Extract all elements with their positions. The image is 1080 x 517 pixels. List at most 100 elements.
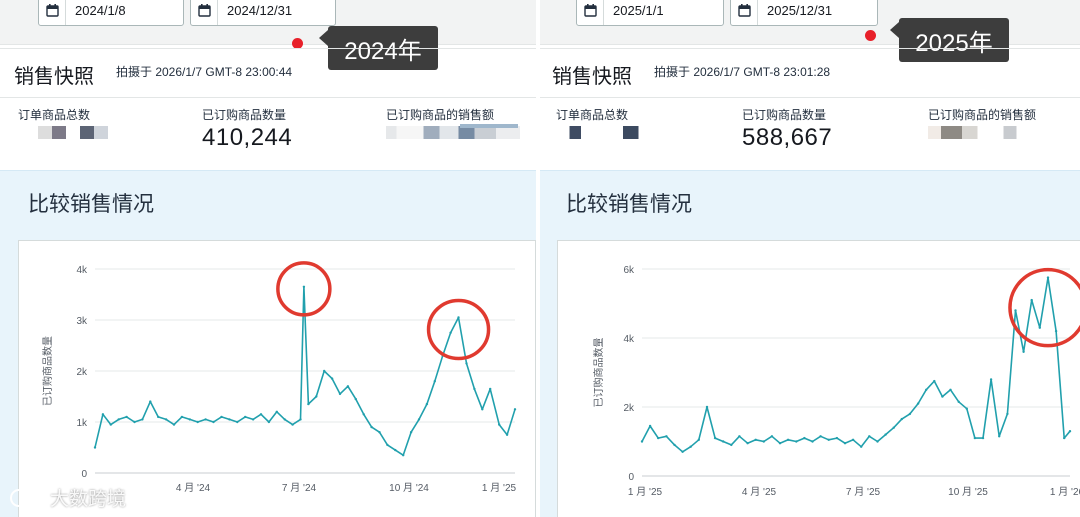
- data-point: [386, 443, 389, 447]
- series-line: [641, 276, 1071, 453]
- x-tick-label: 10 月 '25: [948, 486, 988, 498]
- data-point: [892, 426, 895, 429]
- data-point: [394, 448, 397, 452]
- data-point: [1054, 329, 1058, 333]
- y-tick-label: 2k: [623, 403, 635, 414]
- calendar-icon[interactable]: [731, 0, 758, 25]
- metric-label-ordered-sales: 已订购商品的销售额: [928, 108, 1037, 122]
- end-date-field[interactable]: 2025/12/31: [730, 0, 878, 26]
- start-date-field[interactable]: 2024/1/8: [38, 0, 184, 26]
- metric-label-order-items: 订单商品总数: [556, 108, 629, 122]
- data-point: [908, 412, 912, 416]
- sales-chart-card: 0 2k 4k 6k 1 月 '25 4 月 '25 7 月 '25 10 月 '25 1 月 …: [557, 240, 1080, 517]
- data-point: [402, 454, 405, 457]
- snapshot-title: 销售快照: [14, 66, 94, 88]
- metric-label-ordered-units: 已订购商品数量: [742, 108, 827, 122]
- end-date-value: 2024/12/31: [227, 2, 293, 18]
- highlight-circle: [1008, 267, 1080, 348]
- panel-2024: 2024/1/8 2024/12/31 2024年 销售快照 拍摄于 2026/…: [0, 0, 536, 517]
- x-tick-label: 4 月 '24: [176, 482, 211, 494]
- x-tick-label: 7 月 '24: [282, 482, 317, 494]
- data-point: [673, 443, 676, 447]
- year-badge: 2025年: [899, 18, 1009, 62]
- redacted-value: [460, 124, 518, 128]
- data-point: [1068, 430, 1072, 433]
- start-date-field[interactable]: 2025/1/1: [576, 0, 724, 26]
- data-point: [1038, 326, 1041, 329]
- data-point: [157, 415, 160, 419]
- data-point: [473, 387, 476, 391]
- data-point: [1022, 350, 1025, 353]
- compare-sales-title: 比较销售情况: [566, 193, 692, 216]
- data-point: [1006, 412, 1009, 416]
- x-tick-label: 1 月 '26: [1050, 486, 1080, 498]
- data-point: [835, 436, 839, 440]
- data-point: [657, 436, 660, 440]
- end-date-field[interactable]: 2024/12/31: [190, 0, 336, 26]
- data-point: [244, 415, 247, 419]
- divider: [0, 48, 536, 49]
- data-point: [228, 418, 231, 421]
- data-point: [681, 450, 684, 453]
- data-point: [998, 435, 1001, 438]
- x-tick-label: 7 月 '25: [846, 486, 881, 498]
- calendar-icon[interactable]: [191, 0, 218, 25]
- y-tick-label: 6k: [623, 265, 635, 276]
- x-tick-label: 10 月 '24: [389, 482, 429, 494]
- y-tick-label: 0: [628, 472, 634, 483]
- data-point: [149, 400, 152, 403]
- data-point: [180, 415, 184, 419]
- data-point: [941, 395, 944, 398]
- metric-label-ordered-sales: 已订购商品的销售额: [386, 108, 495, 122]
- data-point: [505, 433, 509, 436]
- data-point: [315, 395, 318, 398]
- units-ordered-chart-2024: 0 1k 2k 3k 4k 4 月 '24 7 月 '24 10 月 '24 1 月 '25 已订…: [41, 261, 517, 494]
- data-point: [778, 442, 782, 445]
- data-point: [722, 440, 725, 443]
- data-point: [362, 413, 365, 416]
- data-point: [93, 446, 97, 449]
- redacted-value: [928, 126, 1058, 139]
- data-point: [689, 445, 692, 448]
- x-tick-label: 4 月 '25: [742, 486, 777, 498]
- data-point: [323, 369, 326, 373]
- data-point: [705, 405, 709, 409]
- data-point: [868, 435, 871, 438]
- redacted-value: [556, 126, 652, 139]
- data-point: [172, 423, 176, 426]
- data-point: [489, 387, 492, 391]
- data-point: [811, 440, 814, 443]
- metric-label-order-items: 订单商品总数: [18, 108, 91, 122]
- calendar-icon[interactable]: [577, 0, 604, 25]
- data-point: [1046, 276, 1050, 279]
- data-point: [204, 418, 207, 421]
- data-point: [827, 438, 830, 441]
- data-point: [860, 445, 863, 448]
- data-point: [433, 380, 436, 383]
- data-point: [354, 397, 357, 401]
- data-point: [957, 400, 960, 403]
- badge-pointer: [319, 30, 328, 46]
- data-point: [973, 436, 977, 440]
- data-point: [738, 435, 741, 438]
- data-point: [338, 392, 342, 396]
- data-point: [449, 331, 452, 334]
- data-point: [117, 418, 120, 421]
- data-point: [330, 377, 334, 380]
- y-tick-label: 2k: [76, 367, 88, 378]
- metric-label-ordered-units: 已订购商品数量: [202, 108, 287, 122]
- data-point: [746, 442, 749, 445]
- data-point: [283, 418, 286, 421]
- divider: [0, 97, 536, 98]
- data-point: [1063, 436, 1066, 440]
- data-point: [884, 433, 887, 436]
- data-point: [275, 410, 278, 413]
- data-point: [291, 423, 294, 426]
- data-point: [133, 420, 136, 424]
- calendar-icon[interactable]: [39, 0, 66, 25]
- start-date-value: 2025/1/1: [613, 2, 664, 18]
- data-point: [803, 436, 806, 440]
- badge-pointer: [890, 22, 899, 38]
- watermark: 大数跨境: [10, 484, 126, 511]
- data-point: [101, 413, 105, 416]
